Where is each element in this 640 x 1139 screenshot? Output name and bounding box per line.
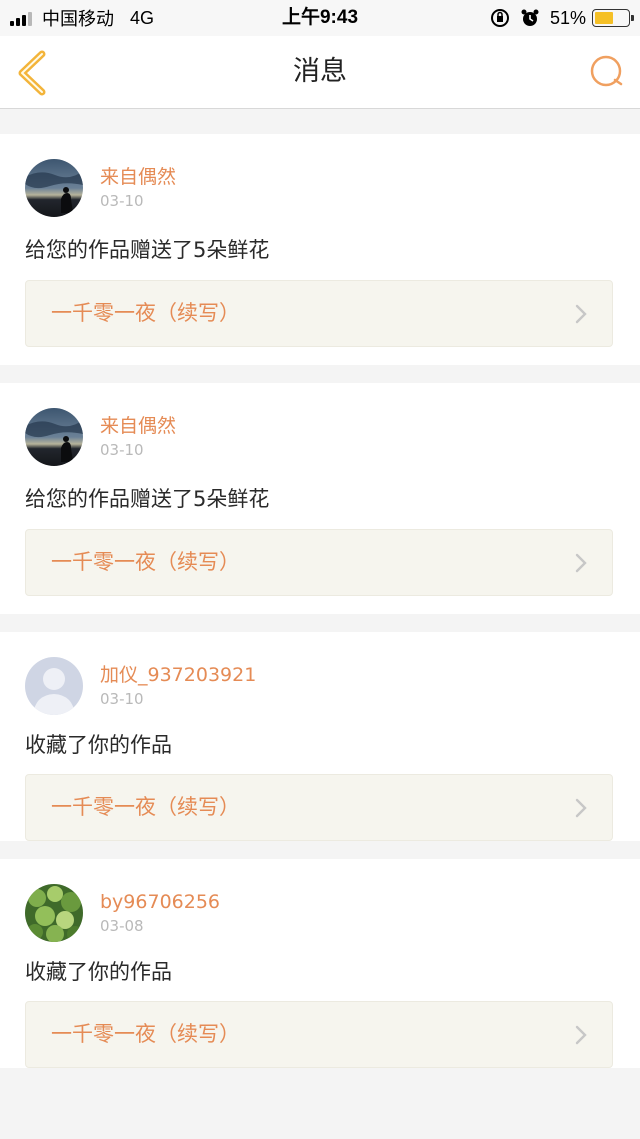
work-link[interactable]: 一千零一夜（续写） bbox=[25, 529, 613, 596]
work-link[interactable]: 一千零一夜（续写） bbox=[25, 280, 613, 347]
search-button[interactable] bbox=[588, 53, 626, 91]
status-bar: 中国移动 4G 上午9:43 51% bbox=[0, 0, 640, 36]
message-list: 来自偶然 03-10 给您的作品赠送了5朵鲜花 一千零一夜（续写） 来自偶然 0… bbox=[0, 118, 640, 1086]
username[interactable]: 加仪_937203921 bbox=[100, 664, 256, 686]
message-date: 03-08 bbox=[100, 917, 144, 935]
message-card: by96706256 03-08 收藏了你的作品 一千零一夜（续写） bbox=[0, 859, 640, 1068]
avatar[interactable] bbox=[25, 159, 83, 217]
message-date: 03-10 bbox=[100, 690, 144, 708]
chevron-right-icon bbox=[575, 553, 587, 573]
battery-percentage: 51% bbox=[549, 7, 586, 28]
sunset-silhouette-image bbox=[25, 408, 83, 466]
navigation-bar: 消息 bbox=[0, 36, 640, 109]
message-text: 收藏了你的作品 bbox=[25, 733, 172, 757]
avatar[interactable] bbox=[25, 408, 83, 466]
message-card: 来自偶然 03-10 给您的作品赠送了5朵鲜花 一千零一夜（续写） bbox=[0, 383, 640, 614]
work-title: 一千零一夜（续写） bbox=[51, 795, 240, 819]
battery-icon bbox=[592, 9, 634, 27]
message-date: 03-10 bbox=[100, 192, 144, 210]
work-title: 一千零一夜（续写） bbox=[51, 550, 240, 574]
message-date: 03-10 bbox=[100, 441, 144, 459]
message-text: 给您的作品赠送了5朵鲜花 bbox=[25, 238, 270, 262]
avatar[interactable] bbox=[25, 657, 83, 715]
message-card: 来自偶然 03-10 给您的作品赠送了5朵鲜花 一千零一夜（续写） bbox=[0, 134, 640, 365]
back-button[interactable] bbox=[14, 50, 54, 96]
sunset-silhouette-image bbox=[25, 159, 83, 217]
work-title: 一千零一夜（续写） bbox=[51, 1022, 240, 1046]
default-user-icon bbox=[25, 657, 83, 715]
chevron-right-icon bbox=[575, 798, 587, 818]
chevron-right-icon bbox=[575, 1025, 587, 1045]
avatar[interactable] bbox=[25, 884, 83, 942]
work-link[interactable]: 一千零一夜（续写） bbox=[25, 1001, 613, 1068]
message-text: 给您的作品赠送了5朵鲜花 bbox=[25, 487, 270, 511]
green-leaves-image bbox=[25, 884, 83, 942]
username[interactable]: 来自偶然 bbox=[100, 166, 176, 188]
alarm-icon bbox=[521, 9, 539, 26]
username[interactable]: 来自偶然 bbox=[100, 415, 176, 437]
message-card: 加仪_937203921 03-10 收藏了你的作品 一千零一夜（续写） bbox=[0, 632, 640, 841]
rotation-lock-icon bbox=[490, 9, 509, 27]
page-title: 消息 bbox=[293, 56, 347, 87]
work-title: 一千零一夜（续写） bbox=[51, 301, 240, 325]
message-text: 收藏了你的作品 bbox=[25, 960, 172, 984]
chevron-right-icon bbox=[575, 304, 587, 324]
work-link[interactable]: 一千零一夜（续写） bbox=[25, 774, 613, 841]
username[interactable]: by96706256 bbox=[100, 891, 220, 913]
